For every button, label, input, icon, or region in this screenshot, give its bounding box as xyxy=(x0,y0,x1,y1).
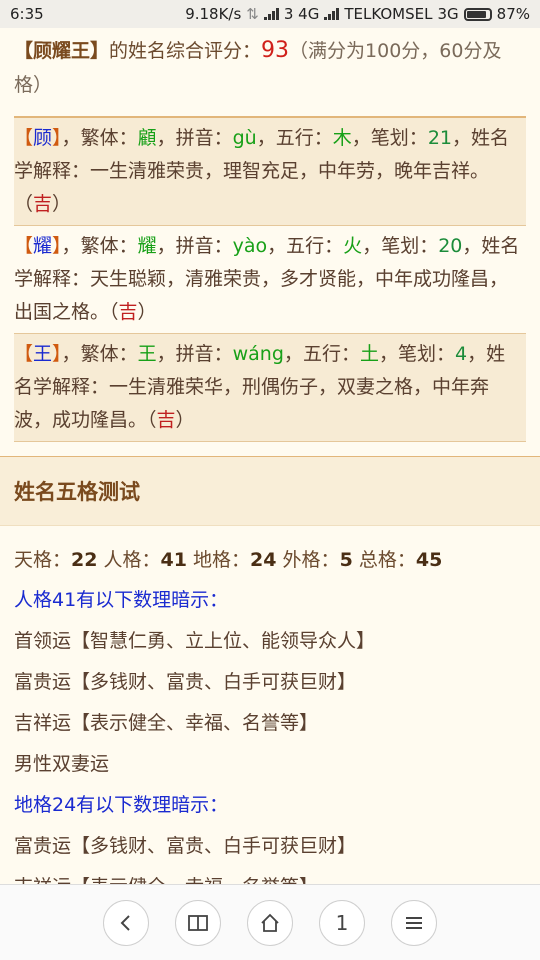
score-text: 的姓名综合评分： xyxy=(109,40,262,62)
list-item: 富贵运【多钱财、富贵、白手可获巨财】 xyxy=(14,835,357,857)
wai-label: 外格： xyxy=(282,549,340,571)
pinyin-label: 拼音： xyxy=(175,235,233,257)
char-block-gu: 【顾】，繁体：顧，拼音：gù，五行：木，笔划：21，姓名学解释：一生清雅荣贵，理… xyxy=(14,116,526,225)
ren-hint-title: 人格41有以下数理暗示： xyxy=(14,589,229,611)
menu-icon[interactable] xyxy=(391,899,437,946)
char-name: 顾 xyxy=(33,127,53,149)
full-name: 【顾耀王】 xyxy=(14,40,110,62)
status-time: 6:35 xyxy=(10,5,44,23)
list-item: 男性双妻运 xyxy=(14,753,110,775)
bihua-label: 笔划： xyxy=(381,235,439,257)
ji-mark: 吉 xyxy=(33,193,53,215)
paren-close: ） xyxy=(52,193,72,215)
ren-value: 41 xyxy=(160,549,187,571)
section-title: 姓名五格测试 xyxy=(0,457,540,526)
wuxing-label: 五行： xyxy=(302,343,360,365)
fanti-value: 耀 xyxy=(137,235,157,257)
pinyin-label: 拼音： xyxy=(175,127,233,149)
network-speed: 9.18K/s xyxy=(185,5,242,23)
score-value: 93 xyxy=(261,38,290,63)
pinyin-label: 拼音： xyxy=(175,343,233,365)
pinyin-value: yào xyxy=(232,235,268,257)
paren-close: ） xyxy=(137,301,157,323)
zong-label: 总格： xyxy=(358,549,416,571)
pinyin-value: wáng xyxy=(232,343,284,365)
tabs-count: 1 xyxy=(335,910,349,935)
wuge-summary: 天格：22 人格：41 地格：24 外格：5 总格：45 xyxy=(0,526,540,580)
fanti-value: 顧 xyxy=(137,127,157,149)
ren-label: 人格： xyxy=(103,549,161,571)
list-item: 吉祥运【表示健全、幸福、名誉等】 xyxy=(0,867,540,884)
fanti-value: 王 xyxy=(137,343,157,365)
chevron-left-icon[interactable] xyxy=(103,899,149,946)
score-summary: 【顾耀王】的姓名综合评分：93（满分为100分，60分及格） xyxy=(0,28,540,102)
signal-icon xyxy=(263,8,279,20)
fanti-label: 繁体： xyxy=(80,235,138,257)
page-content[interactable]: 【顾耀王】的姓名综合评分：93（满分为100分，60分及格） 【顾】，繁体：顧，… xyxy=(0,28,540,884)
zong-value: 45 xyxy=(415,549,443,571)
wuxing-value: 土 xyxy=(359,343,379,365)
list-item: 富贵运【多钱财、富贵、白手可获巨财】 xyxy=(14,671,357,693)
char-block-yao: 【耀】，繁体：耀，拼音：yào，五行：火，笔划：20，姓名学解释：天生聪颖，清雅… xyxy=(14,225,526,333)
browser-bottom-bar: 1 xyxy=(0,884,540,960)
bihua-value: 4 xyxy=(455,343,468,365)
wuxing-value: 火 xyxy=(343,235,363,257)
list-item: 吉祥运【表示健全、幸福、名誉等】 xyxy=(14,712,319,734)
bihua-value: 20 xyxy=(438,235,463,257)
battery-icon xyxy=(463,7,492,21)
di-value: 24 xyxy=(250,549,277,571)
paren-close: ） xyxy=(175,409,195,431)
char-block-wang: 【王】，繁体：王，拼音：wáng，五行：土，笔划：4，姓名学解释：一生清雅荣华，… xyxy=(14,333,526,442)
tian-label: 天格： xyxy=(14,549,72,571)
book-icon[interactable] xyxy=(175,899,221,946)
status-bar: 6:35 9.18K/s ⇅ 3 4G TELKOMSEL 3G 87% xyxy=(0,0,540,28)
fanti-label: 繁体： xyxy=(80,343,138,365)
network-type: 3G xyxy=(437,5,459,23)
pinyin-value: gù xyxy=(232,127,257,149)
fanti-label: 繁体： xyxy=(80,127,138,149)
ji-mark: 吉 xyxy=(118,301,138,323)
di-hint-title: 地格24有以下数理暗示： xyxy=(14,794,229,816)
char-name: 王 xyxy=(33,343,53,365)
di-label: 地格： xyxy=(193,549,251,571)
data-arrows-icon: ⇅ xyxy=(246,5,259,23)
list-item: 首领运【智慧仁勇、立上位、能领导众人】 xyxy=(14,630,376,652)
bihua-value: 21 xyxy=(427,127,452,149)
tabs-button[interactable]: 1 xyxy=(319,899,365,946)
wuxing-value: 木 xyxy=(332,127,352,149)
wuxing-label: 五行： xyxy=(286,235,344,257)
signal-2-icon xyxy=(324,8,340,20)
ji-mark: 吉 xyxy=(156,409,176,431)
sim1-label: 3 4G xyxy=(283,5,320,23)
bihua-label: 笔划： xyxy=(397,343,455,365)
tian-value: 22 xyxy=(71,549,98,571)
carrier-name: TELKOMSEL xyxy=(344,5,433,23)
home-icon[interactable] xyxy=(247,899,293,946)
status-right: 9.18K/s ⇅ 3 4G TELKOMSEL 3G 87% xyxy=(185,5,530,23)
battery-percent: 87% xyxy=(496,5,530,23)
bihua-label: 笔划： xyxy=(370,127,428,149)
char-name: 耀 xyxy=(33,235,53,257)
wai-value: 5 xyxy=(339,549,353,571)
wuxing-label: 五行： xyxy=(275,127,333,149)
